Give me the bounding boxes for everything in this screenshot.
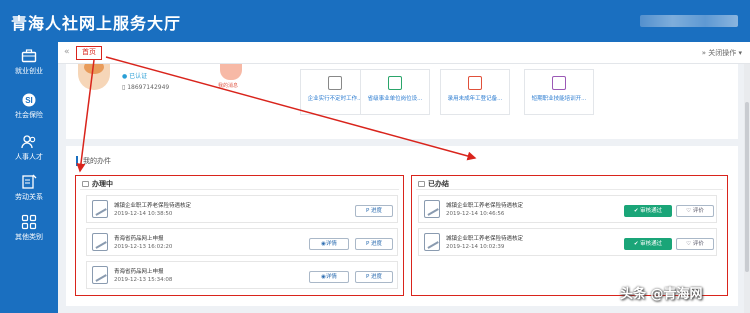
annotation-arrows bbox=[76, 56, 477, 173]
arrow-to-completed bbox=[105, 56, 477, 161]
arrow-to-in-progress bbox=[76, 59, 95, 173]
watermark: 头条 @青海网 bbox=[620, 287, 703, 302]
